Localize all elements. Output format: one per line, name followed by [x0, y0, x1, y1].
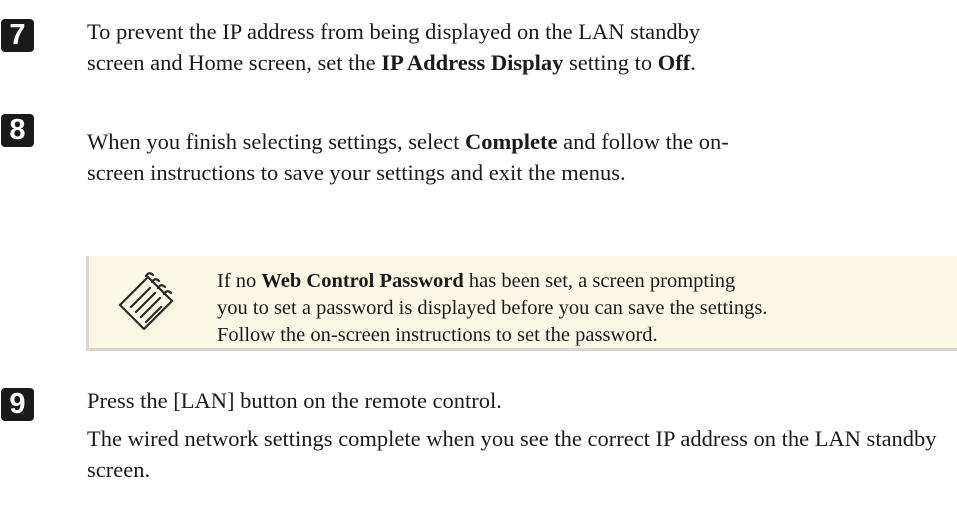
setting-name: Web Control Password — [261, 270, 464, 292]
setting-value: Off — [657, 50, 691, 75]
step-result-text: The wired network settings complete when… — [87, 426, 937, 482]
step-text-line: To prevent the IP address from being dis… — [87, 19, 701, 44]
step-text: Press the [LAN] button on the remote con… — [87, 385, 947, 485]
step-text: To prevent the IP address from being dis… — [87, 16, 947, 78]
step-text-run: screen instructions to save your setting… — [87, 160, 626, 185]
step-text-run: setting to — [563, 50, 658, 75]
step-number-badge: 9 — [1, 388, 34, 421]
step-text-line: Press the [LAN] button on the remote con… — [87, 388, 502, 413]
step-number-badge: 7 — [1, 19, 34, 52]
note-pad-icon — [118, 272, 174, 331]
step-number-badge: 8 — [1, 114, 34, 147]
note-text-run: you to set a password is displayed befor… — [217, 297, 768, 319]
document-page: 7 To prevent the IP address from being d… — [0, 0, 957, 515]
note-box: If no Web Control Password has been set,… — [86, 256, 957, 351]
note-text-run: has been set, a screen prompting — [463, 270, 736, 292]
step-text: When you finish selecting settings, sele… — [87, 126, 947, 188]
note-text: If no Web Control Password has been set,… — [217, 268, 957, 349]
step-text-run: and follow the on- — [557, 129, 729, 154]
step-text-run: . — [690, 50, 696, 75]
note-text-run: Follow the on-screen instructions to set… — [217, 324, 658, 346]
note-text-run: If no — [217, 270, 262, 292]
setting-name: IP Address Display — [381, 50, 564, 75]
menu-item-name: Complete — [465, 129, 558, 154]
step-text-run: When you finish selecting settings, sele… — [87, 129, 466, 154]
step-text-run: screen and Home screen, set the — [87, 50, 382, 75]
